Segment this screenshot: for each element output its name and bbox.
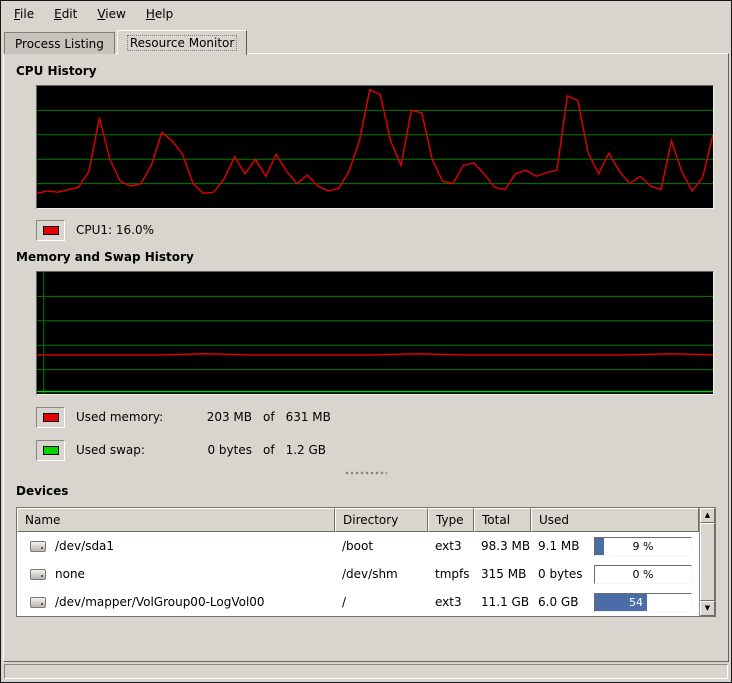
memory-legends: Used memory: 203 MB of 631 MB Used swap:… [14,405,718,462]
column-header-directory[interactable]: Directory [335,508,428,532]
memory-history-title: Memory and Swap History [16,250,718,264]
device-used: 9.1 MB [538,539,579,553]
device-total: 11.1 GB [474,595,531,609]
scrollbar-thumb[interactable] [700,523,715,601]
device-total: 315 MB [474,567,531,581]
usage-progressbar: 54 % [594,593,692,612]
arrow-down-icon: ▼ [705,605,710,612]
used-swap-swatch [43,446,59,455]
disk-icon [30,569,46,580]
tab-resource-monitor[interactable]: Resource Monitor [117,30,247,55]
menu-view[interactable]: View [88,4,134,24]
menu-file[interactable]: File [5,4,43,24]
device-used: 0 bytes [538,567,583,581]
device-used: 6.0 GB [538,595,578,609]
device-type: ext3 [428,539,474,553]
tab-process-listing[interactable]: Process Listing [4,32,115,54]
menubar: File Edit View Help [1,1,731,26]
used-swap-legend: Used swap: 0 bytes of 1.2 GB [36,438,718,462]
tab-label: Resource Monitor [128,36,236,50]
device-directory: / [335,595,428,609]
used-swap-label: Used swap: [76,443,194,457]
used-memory-of: of [263,410,275,424]
device-name: none [55,567,85,581]
disk-icon [30,597,46,608]
device-name: /dev/sda1 [55,539,114,553]
cpu-history-title: CPU History [16,64,718,78]
cpu-legend-swatch-box [36,220,65,241]
scroll-down-button[interactable]: ▼ [700,601,715,616]
devices-title: Devices [16,484,718,498]
used-swap-swatch-box [36,440,65,461]
used-swap-value: 0 bytes [194,443,252,457]
tab-label: Process Listing [15,37,104,51]
table-row[interactable]: /dev/mapper/VolGroup00-LogVol00 / ext3 1… [17,588,699,616]
column-header-type[interactable]: Type [428,508,474,532]
device-total: 98.3 MB [474,539,531,553]
cpu-legend: CPU1: 16.0% [36,218,718,242]
system-monitor-window: File Edit View Help Process Listing Reso… [0,0,732,683]
device-name-cell: /dev/sda1 [17,539,335,553]
device-directory: /dev/shm [335,567,428,581]
cpu-legend-label: CPU1: 16.0% [76,223,154,237]
arrow-up-icon: ▲ [705,512,710,519]
used-memory-swatch [43,413,59,422]
status-bar [4,664,728,679]
column-header-name[interactable]: Name [17,508,335,532]
devices-table-main: Name Directory Type Total Used /dev/sda1… [17,508,699,616]
tab-bar: Process Listing Resource Monitor [1,26,731,53]
used-memory-label: Used memory: [76,410,194,424]
device-type: tmpfs [428,567,474,581]
table-row[interactable]: none /dev/shm tmpfs 315 MB 0 bytes 0 % [17,560,699,588]
memory-swap-history-graph [36,271,714,395]
usage-percent-label: 54 % [595,594,691,611]
device-used-cell: 9.1 MB 9 % [531,537,699,556]
usage-percent-label: 0 % [595,566,691,583]
device-used-cell: 6.0 GB 54 % [531,593,699,612]
used-memory-swatch-box [36,407,65,428]
device-name-cell: none [17,567,335,581]
resource-monitor-page: CPU History CPU1: 16.0% Memory and Swap … [3,53,729,662]
table-header-row: Name Directory Type Total Used [17,508,699,532]
used-memory-legend: Used memory: 203 MB of 631 MB [36,405,718,429]
vertical-scrollbar: ▲ ▼ [699,508,715,616]
device-type: ext3 [428,595,474,609]
devices-table: Name Directory Type Total Used /dev/sda1… [16,507,716,617]
menu-help[interactable]: Help [137,4,182,24]
usage-progressbar: 9 % [594,537,692,556]
column-header-used[interactable]: Used [531,508,699,532]
usage-progressbar: 0 % [594,565,692,584]
disk-icon [30,541,46,552]
used-swap-total: 1.2 GB [286,443,326,457]
column-header-total[interactable]: Total [474,508,531,532]
used-memory-total: 631 MB [286,410,331,424]
device-name: /dev/mapper/VolGroup00-LogVol00 [55,595,265,609]
used-memory-value: 203 MB [194,410,252,424]
pane-resize-handle[interactable] [345,471,387,476]
usage-percent-label: 9 % [595,538,691,555]
menu-edit[interactable]: Edit [45,4,86,24]
device-directory: /boot [335,539,428,553]
table-row[interactable]: /dev/sda1 /boot ext3 98.3 MB 9.1 MB 9 % [17,532,699,560]
cpu-history-graph [36,85,714,209]
cpu-legend-swatch [43,226,59,235]
device-used-cell: 0 bytes 0 % [531,565,699,584]
used-swap-of: of [263,443,275,457]
scroll-up-button[interactable]: ▲ [700,508,715,523]
device-name-cell: /dev/mapper/VolGroup00-LogVol00 [17,595,335,609]
